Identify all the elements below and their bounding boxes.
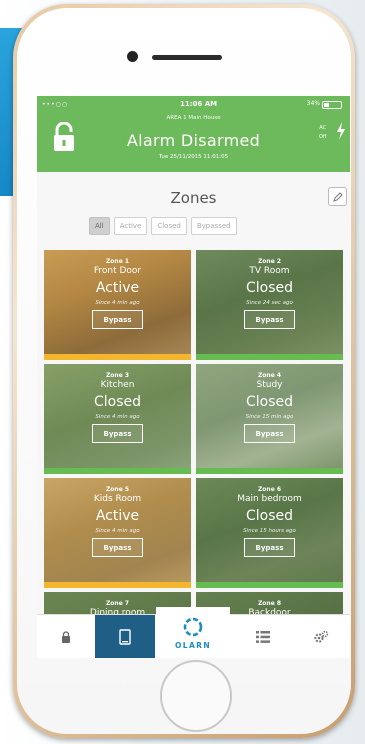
battery-fill: [324, 103, 330, 107]
filter-all[interactable]: All: [89, 217, 110, 235]
tab-list[interactable]: [234, 615, 292, 658]
alarm-header: •••○○ 11:06 AM 34% AREA 1 Main House Ala…: [37, 96, 350, 172]
zone-since: Since 4 min ago: [95, 528, 140, 534]
zone-name: TV Room: [249, 266, 290, 276]
zone-state: Closed: [245, 280, 294, 296]
device-icon: [119, 629, 131, 645]
bypass-button[interactable]: Bypass: [92, 424, 143, 443]
app-screen: •••○○ 11:06 AM 34% AREA 1 Main House Ala…: [37, 96, 350, 658]
alarm-status: Alarm Disarmed: [126, 131, 261, 150]
alarm-timestamp: Tue 25/11/2015 11:01:05: [158, 154, 229, 160]
home-button[interactable]: [160, 660, 232, 732]
lightning-bolt-icon: [337, 122, 345, 140]
zone-state: Closed: [245, 508, 294, 524]
lock-icon: [62, 631, 70, 643]
bypass-button[interactable]: Bypass: [244, 424, 295, 443]
status-time: 11:06 AM: [180, 100, 218, 108]
zone-since: Since 4 min ago: [95, 414, 140, 420]
zone-since: Since 24 sec ago: [246, 300, 293, 306]
zone-status-bar: [44, 354, 191, 360]
pencil-icon: [332, 191, 343, 202]
settings-icon: [314, 630, 329, 643]
bypass-button[interactable]: Bypass: [92, 538, 143, 557]
zone-number: Zone 1: [105, 258, 130, 265]
zone-number: Zone 7: [105, 600, 130, 607]
bypass-button[interactable]: Bypass: [244, 538, 295, 557]
zone-since: Since 4 min ago: [95, 300, 140, 306]
zone-status-bar: [196, 582, 343, 588]
olarn-home-tab[interactable]: OLARN: [156, 607, 230, 658]
zone-name: Main bedroom: [237, 494, 302, 504]
zone-state: Closed: [245, 394, 294, 410]
zone-card[interactable]: Zone 5 Kids Room Active Since 4 min ago …: [44, 478, 191, 588]
zone-card[interactable]: Zone 2 TV Room Closed Since 24 sec ago B…: [196, 250, 343, 360]
battery-icon: [322, 101, 342, 109]
list-icon: [256, 631, 270, 643]
zone-card[interactable]: Zone 1 Front Door Active Since 4 min ago…: [44, 250, 191, 360]
tab-settings[interactable]: [292, 615, 350, 658]
zone-number: Zone 8: [257, 600, 282, 607]
bypass-button[interactable]: Bypass: [92, 310, 143, 329]
zone-card[interactable]: Zone 4 Study Closed Since 15 min ago Byp…: [196, 364, 343, 474]
area-name: AREA 1 Main House: [166, 115, 221, 121]
zone-name: Kitchen: [100, 380, 135, 390]
olarn-logo-text: OLARN: [174, 641, 211, 650]
zone-status-bar: [196, 468, 343, 474]
zone-state: Closed: [93, 394, 142, 410]
zone-number: Zone 4: [257, 372, 282, 379]
zone-card[interactable]: Zone 3 Kitchen Closed Since 4 min ago By…: [44, 364, 191, 474]
ac-label: AC: [319, 125, 327, 131]
earpiece-speaker: [152, 55, 222, 60]
olarn-logo-icon: [183, 617, 203, 637]
zone-state: Active: [95, 280, 140, 296]
tab-bar: OLARN: [37, 607, 350, 658]
zone-since: Since 15 min ago: [245, 414, 294, 420]
battery-percent: 34%: [306, 100, 320, 107]
zone-status-bar: [44, 582, 191, 588]
ac-state: Off: [319, 134, 327, 140]
zone-state: Active: [95, 508, 140, 524]
zone-name: Front Door: [93, 266, 142, 276]
zone-number: Zone 5: [105, 486, 130, 493]
front-camera: [127, 51, 138, 62]
zone-name: Kids Room: [93, 494, 142, 504]
page-title: Zones: [170, 189, 217, 207]
ac-power-status: AC Off: [319, 124, 326, 142]
bypass-button[interactable]: Bypass: [244, 310, 295, 329]
filter-bypassed[interactable]: Bypassed: [190, 217, 237, 235]
zone-filter-bar: All Active Closed Bypassed: [89, 217, 237, 235]
filter-active[interactable]: Active: [113, 217, 148, 235]
zone-status-bar: [196, 354, 343, 360]
edit-button[interactable]: [328, 187, 347, 206]
zone-name: Study: [256, 380, 283, 390]
filter-closed[interactable]: Closed: [151, 217, 187, 235]
signal-indicator: •••○○: [42, 101, 69, 108]
zone-number: Zone 2: [257, 258, 282, 265]
zone-since: Since 15 hours ago: [243, 528, 296, 534]
tab-lock[interactable]: [37, 615, 95, 658]
zone-status-bar: [44, 468, 191, 474]
zone-number: Zone 3: [105, 372, 130, 379]
status-bar: •••○○ 11:06 AM 34%: [37, 99, 350, 111]
tab-device[interactable]: [95, 615, 155, 658]
zone-card[interactable]: Zone 6 Main bedroom Closed Since 15 hour…: [196, 478, 343, 588]
zone-number: Zone 6: [257, 486, 282, 493]
